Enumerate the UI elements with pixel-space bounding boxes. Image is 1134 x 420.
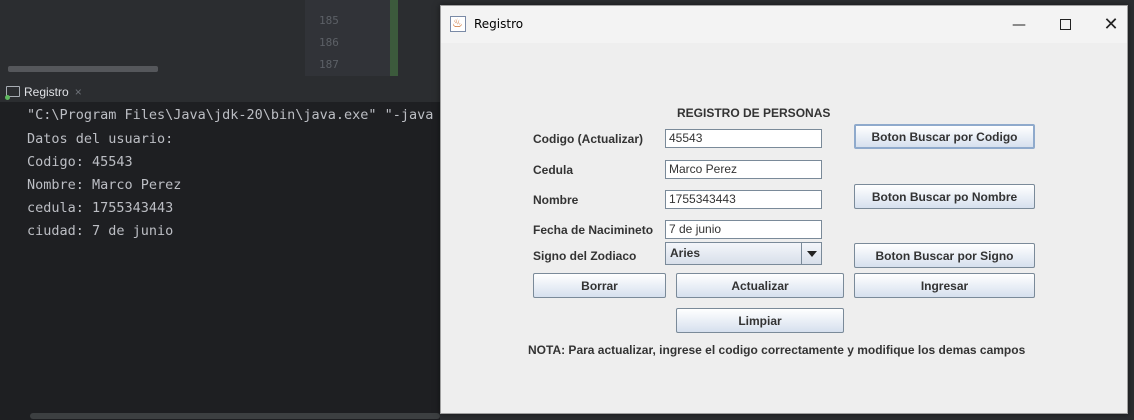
console-line: Codigo: 45543 — [27, 154, 133, 170]
console-line: cedula: 1755343443 — [27, 200, 174, 216]
buscar-codigo-button[interactable]: Boton Buscar por Codigo — [854, 124, 1035, 149]
console-line: ciudad: 7 de junio — [27, 223, 174, 239]
codigo-field[interactable]: 45543 — [665, 129, 822, 148]
buscar-nombre-button[interactable]: Boton Buscar po Nombre — [854, 184, 1035, 209]
form-panel: REGISTRO DE PERSONAS Codigo (Actualizar)… — [441, 43, 1127, 413]
console-icon — [5, 86, 20, 100]
cedula-field[interactable]: Marco Perez — [665, 160, 822, 179]
console-line: Datos del usuario: — [27, 131, 174, 147]
run-tab-label: Registro — [24, 84, 69, 99]
fecha-label: Fecha de Nacimineto — [533, 223, 654, 237]
ingresar-button[interactable]: Ingresar — [854, 273, 1035, 298]
chevron-down-icon[interactable] — [801, 243, 821, 264]
change-marker-bar — [390, 0, 398, 76]
editor-gutter: 185 186 187 — [305, 0, 390, 76]
fecha-field[interactable]: 7 de junio — [665, 220, 822, 239]
close-tab-icon[interactable]: × — [75, 85, 82, 99]
minimize-icon: — — [1012, 16, 1026, 33]
actualizar-button[interactable]: Actualizar — [676, 273, 844, 298]
console-output: "C:\Program Files\Java\jdk-20\bin\java.e… — [0, 102, 440, 420]
limpiar-button[interactable]: Limpiar — [676, 308, 844, 333]
borrar-button[interactable]: Borrar — [533, 273, 666, 298]
maximize-icon — [1059, 19, 1071, 30]
editor-horizontal-scrollbar[interactable] — [8, 66, 158, 72]
signo-selected-value: Aries — [670, 246, 701, 260]
codigo-label: Codigo (Actualizar) — [533, 132, 643, 146]
java-icon — [450, 16, 466, 32]
line-number: 186 — [319, 36, 339, 49]
maximize-button[interactable] — [1042, 6, 1088, 43]
run-tab-registro[interactable]: Registro × — [5, 83, 82, 100]
run-tool-tabbar: Registro × — [0, 80, 440, 103]
close-icon: ✕ — [1103, 14, 1119, 35]
registro-window: Registro — ✕ REGISTRO DE PERSONAS Codigo… — [440, 5, 1128, 414]
nombre-field[interactable]: 1755343443 — [665, 190, 822, 209]
console-horizontal-scrollbar[interactable] — [30, 413, 440, 419]
nombre-label: Nombre — [533, 193, 579, 207]
form-title: REGISTRO DE PERSONAS — [677, 106, 831, 120]
line-number: 185 — [319, 14, 339, 27]
nota-text: NOTA: Para actualizar, ingrese el codigo… — [528, 343, 1026, 357]
console-line: "C:\Program Files\Java\jdk-20\bin\java.e… — [27, 107, 434, 123]
minimize-button[interactable]: — — [996, 6, 1042, 43]
signo-label: Signo del Zodiaco — [533, 249, 637, 263]
window-title: Registro — [474, 17, 524, 31]
close-button[interactable]: ✕ — [1088, 6, 1134, 43]
signo-combobox[interactable]: Aries — [665, 242, 822, 265]
line-number: 187 — [319, 58, 339, 71]
buscar-signo-button[interactable]: Boton Buscar por Signo — [854, 243, 1035, 268]
cedula-label: Cedula — [533, 163, 574, 177]
window-titlebar[interactable]: Registro — ✕ — [441, 6, 1127, 43]
console-line: Nombre: Marco Perez — [27, 177, 182, 193]
